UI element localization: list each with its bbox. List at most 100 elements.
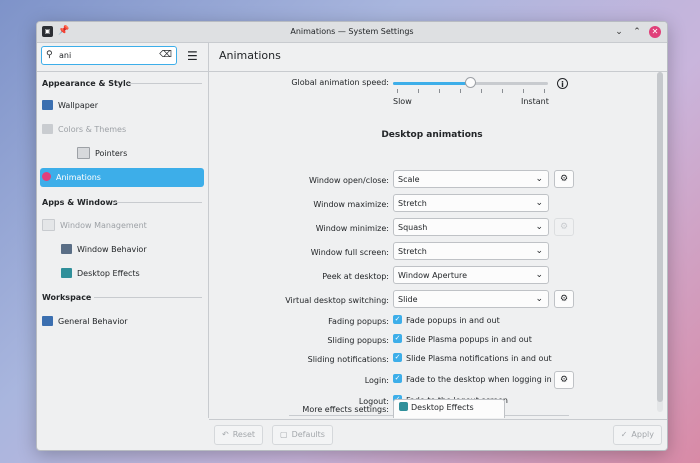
colors-themes-icon (42, 123, 53, 134)
title-bar[interactable]: ▣ 📌 Animations — System Settings ⌄ ⌃ ✕ (37, 22, 667, 43)
section-divider (94, 297, 202, 298)
search-input[interactable] (59, 49, 149, 62)
slider-tick (523, 89, 524, 93)
apply-icon: ✓ (620, 430, 628, 439)
checkbox-text: Slide Plasma notifications in and out (406, 354, 552, 363)
checkbox-text: Fade to the desktop when logging in (406, 375, 552, 384)
row-label: Sliding notifications: (307, 355, 389, 364)
section-divider (113, 202, 202, 203)
system-settings-window: ▣ 📌 Animations — System Settings ⌄ ⌃ ✕ ⚲… (36, 21, 668, 451)
maximize-icon[interactable]: ⌃ (631, 26, 643, 38)
pointer-icon (77, 146, 90, 159)
chevron-down-icon: ⌄ (535, 198, 543, 208)
configure-button-disabled[interactable]: ⚙ (554, 218, 574, 236)
scrollbar-thumb[interactable] (657, 72, 663, 402)
sidebar-item-label: Wallpaper (58, 101, 99, 110)
sliding-notifications-checkbox[interactable]: ✓ Slide Plasma notifications in and out (393, 353, 552, 365)
sliding-popups-checkbox[interactable]: ✓ Slide Plasma popups in and out (393, 334, 532, 346)
defaults-button[interactable]: ▢ Defaults (272, 425, 333, 445)
sidebar-header: ⚲ ⌫ ☰ (37, 43, 209, 72)
window-full-screen-combo[interactable]: Stretch ⌄ (393, 242, 549, 260)
defaults-icon: ▢ (280, 430, 288, 439)
slider-fill (393, 82, 471, 85)
configure-button[interactable]: ⚙ (554, 290, 574, 308)
more-effects-label: More effects settings: (302, 405, 389, 414)
window-minimize-combo[interactable]: Squash ⌄ (393, 218, 549, 236)
row-label: Peek at desktop: (322, 272, 389, 281)
sidebar: Appearance & Style Wallpaper Colors & Th… (37, 72, 209, 418)
sidebar-item-window-behavior[interactable]: Window Behavior (61, 240, 204, 259)
reset-icon: ↶ (222, 430, 229, 439)
slider-tick (397, 89, 398, 93)
desktop-animations-heading: Desktop animations (381, 130, 483, 140)
sidebar-item-window-management[interactable]: Window Management (42, 216, 204, 235)
window-title: Animations — System Settings (290, 27, 414, 36)
chevron-down-icon: ⌄ (535, 294, 543, 304)
sidebar-item-label: Desktop Effects (77, 269, 140, 278)
row-label: Fading popups: (328, 317, 389, 326)
footer-bar: ↶ Reset ▢ Defaults ✓ Apply (209, 419, 667, 450)
combo-value: Stretch (398, 247, 427, 256)
row-label: Window maximize: (313, 200, 389, 209)
chevron-down-icon: ⌄ (535, 270, 543, 280)
desktop-effects-button[interactable]: Desktop Effects (393, 399, 505, 418)
virtual-desktop-switching-combo[interactable]: Slide ⌄ (393, 290, 549, 308)
sidebar-item-pointers[interactable]: Pointers (77, 144, 204, 163)
sidebar-item-label: Window Behavior (77, 245, 147, 254)
combo-value: Squash (398, 223, 428, 232)
checkbox-checked[interactable]: ✓ (393, 315, 402, 324)
row-label: Window open/close: (308, 176, 389, 185)
combo-value: Window Aperture (398, 271, 468, 280)
sidebar-item-animations[interactable]: Animations (40, 168, 204, 187)
peek-at-desktop-combo[interactable]: Window Aperture ⌄ (393, 266, 549, 284)
wallpaper-icon (42, 99, 53, 110)
general-behavior-icon (42, 315, 53, 326)
clear-search-icon[interactable]: ⌫ (159, 50, 172, 60)
close-icon[interactable]: ✕ (649, 26, 661, 38)
sidebar-item-label: Colors & Themes (58, 125, 127, 134)
reset-button[interactable]: ↶ Reset (214, 425, 264, 445)
slider-tick (418, 89, 419, 93)
checkbox-checked[interactable]: ✓ (393, 374, 402, 383)
window-open-close-combo[interactable]: Scale ⌄ (393, 170, 549, 188)
search-field[interactable]: ⚲ ⌫ (41, 46, 177, 65)
sidebar-item-label: General Behavior (58, 317, 128, 326)
chevron-down-icon: ⌄ (535, 246, 543, 256)
configure-button[interactable]: ⚙ (554, 170, 574, 188)
slider-tick (460, 89, 461, 93)
slider-handle[interactable] (465, 77, 476, 88)
section-appearance-style: Appearance & Style (42, 79, 132, 88)
desktop-effects-icon (399, 402, 408, 411)
button-label: Reset (232, 430, 256, 439)
slider-instant-label: Instant (521, 97, 549, 106)
animation-speed-label: Global animation speed: (291, 78, 389, 87)
checkbox-text: Slide Plasma popups in and out (406, 335, 532, 344)
hamburger-menu-icon[interactable]: ☰ (187, 50, 198, 62)
combo-value: Scale (398, 175, 420, 184)
slider-tick (544, 89, 545, 93)
sidebar-item-desktop-effects[interactable]: Desktop Effects (61, 264, 204, 283)
sidebar-item-general-behavior[interactable]: General Behavior (42, 312, 204, 331)
info-icon[interactable]: i (557, 78, 568, 89)
checkbox-text: Fade popups in and out (406, 316, 500, 325)
minimize-icon[interactable]: ⌄ (613, 26, 625, 38)
apply-button[interactable]: ✓ Apply (612, 425, 662, 445)
animation-speed-slider[interactable] (393, 77, 548, 88)
fading-popups-checkbox[interactable]: ✓ Fade popups in and out (393, 315, 500, 327)
configure-button[interactable]: ⚙ (554, 371, 574, 389)
window-maximize-combo[interactable]: Stretch ⌄ (393, 194, 549, 212)
checkbox-checked[interactable]: ✓ (393, 353, 402, 362)
sidebar-item-wallpaper[interactable]: Wallpaper (42, 96, 204, 115)
vertical-scrollbar[interactable] (657, 72, 663, 412)
animations-settings-panel: Global animation speed: Slow Instant i D… (209, 72, 667, 418)
login-checkbox[interactable]: ✓ Fade to the desktop when logging in (393, 374, 552, 386)
section-workspace: Workspace (42, 293, 92, 302)
row-label: Sliding popups: (327, 336, 389, 345)
section-apps-windows: Apps & Windows (42, 198, 118, 207)
slider-tick (481, 89, 482, 93)
window-management-icon (42, 218, 55, 231)
sidebar-item-colors-themes[interactable]: Colors & Themes (42, 120, 204, 139)
chevron-down-icon: ⌄ (535, 222, 543, 232)
checkbox-checked[interactable]: ✓ (393, 334, 402, 343)
sidebar-item-label: Animations (56, 173, 101, 182)
